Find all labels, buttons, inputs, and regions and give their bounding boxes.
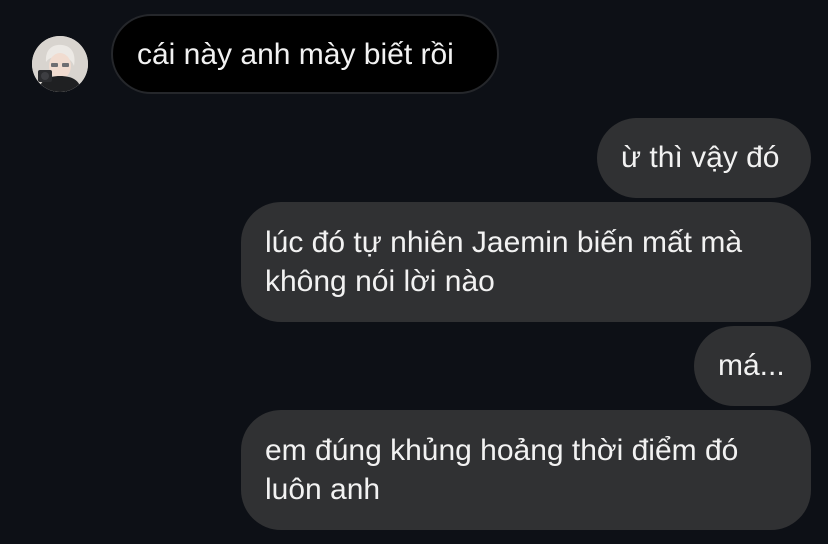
message-text-line-2: không nói lời nào bbox=[265, 265, 495, 298]
message-text-line-2: luôn anh bbox=[265, 473, 381, 506]
message-text: ừ thì vậy đó bbox=[621, 141, 780, 174]
message-text-line-1: lúc đó tự nhiên Jaemin biến mất mà bbox=[265, 226, 742, 259]
message-outgoing-3[interactable]: má... bbox=[694, 326, 811, 406]
chat-thread[interactable]: cái này anh mày biết rồi ừ thì vậy đó lú… bbox=[0, 0, 828, 544]
message-outgoing-4[interactable]: em đúng khủng hoảng thời điểm đó luôn an… bbox=[241, 410, 811, 530]
message-incoming-1[interactable]: cái này anh mày biết rồi bbox=[111, 14, 499, 94]
user-avatar-icon bbox=[32, 36, 88, 92]
message-text: cái này anh mày biết rồi bbox=[137, 38, 454, 71]
contact-avatar[interactable] bbox=[32, 36, 88, 92]
message-outgoing-2[interactable]: lúc đó tự nhiên Jaemin biến mất mà không… bbox=[241, 202, 811, 322]
message-outgoing-1[interactable]: ừ thì vậy đó bbox=[597, 118, 811, 198]
message-text: má... bbox=[718, 349, 785, 382]
message-text-line-1: em đúng khủng hoảng thời điểm đó bbox=[265, 434, 739, 467]
